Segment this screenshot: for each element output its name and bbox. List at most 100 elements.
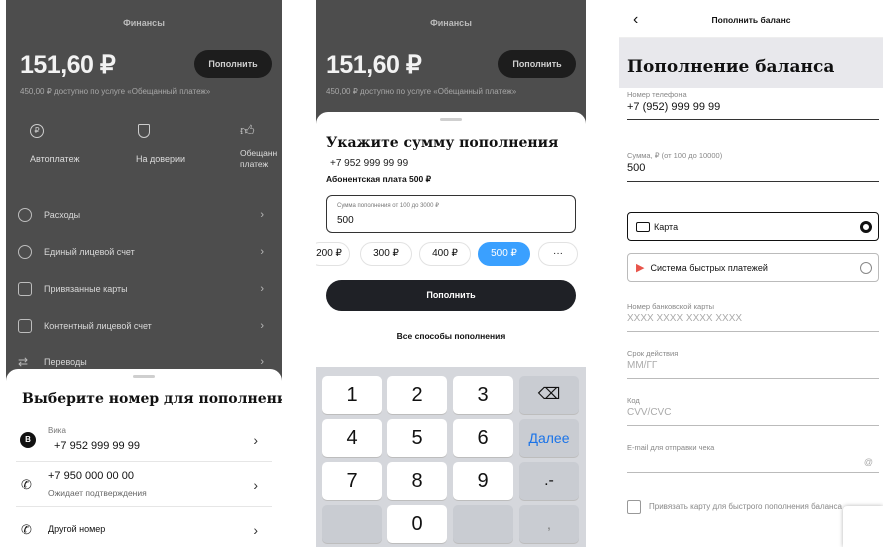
select-number-sheet: Выберите номер для пополнения В Вика +7 … bbox=[6, 369, 282, 547]
ruble-circle-icon: ₽ bbox=[30, 124, 44, 138]
sheet-title: Укажите сумму пополнения bbox=[326, 135, 559, 151]
amount-sheet: Укажите сумму пополнения +7 952 999 99 9… bbox=[316, 112, 586, 367]
email-field[interactable]: E-mail для отправки чека @ bbox=[627, 443, 879, 473]
balance-amount: 151,60 ₽ bbox=[326, 51, 422, 79]
quick-action-trust[interactable]: На доверии bbox=[124, 120, 224, 180]
quick-action-promised[interactable]: 👍︎ Обещанн платеж bbox=[232, 120, 282, 180]
expiry-label: Срок действия bbox=[627, 349, 679, 358]
amount-input-value: 500 bbox=[337, 215, 354, 226]
chevron-right-icon: › bbox=[253, 432, 258, 448]
header-title: Финансы bbox=[430, 18, 472, 28]
screen-enter-amount: Финансы 151,60 ₽ Пополнить 450,00 ₽ дост… bbox=[316, 0, 586, 547]
key-2[interactable]: 2 bbox=[387, 376, 447, 414]
empty-key bbox=[453, 505, 513, 543]
amount-input[interactable]: Сумма пополнения от 100 до 3000 ₽ 500 bbox=[326, 195, 576, 233]
amount-chip-200[interactable]: 200 ₽ bbox=[316, 242, 350, 266]
sheet-grabber[interactable] bbox=[133, 375, 155, 378]
card-number-field[interactable]: Номер банковской карты XXXX XXXX XXXX XX… bbox=[627, 302, 879, 332]
key-3[interactable]: 3 bbox=[453, 376, 513, 414]
sbp-logo-icon: ▶ bbox=[636, 262, 645, 274]
chevron-right-icon: › bbox=[260, 355, 264, 368]
contact-name: Вика bbox=[48, 426, 66, 435]
radio-unselected[interactable] bbox=[860, 262, 872, 274]
sheet-grabber[interactable] bbox=[440, 118, 462, 121]
method-card-option[interactable]: Карта bbox=[627, 212, 879, 241]
chevron-right-icon: › bbox=[260, 282, 264, 295]
key-9[interactable]: 9 bbox=[453, 462, 513, 500]
title-band: Пополнение баланса bbox=[619, 38, 883, 88]
menu-item-linked-cards[interactable]: Привязанные карты › bbox=[6, 270, 276, 307]
amount-chip-400[interactable]: 400 ₽ bbox=[419, 242, 471, 266]
menu-item-label: Расходы bbox=[44, 209, 81, 220]
sum-field-value: 500 bbox=[627, 162, 646, 174]
backspace-icon[interactable]: ⌫ bbox=[519, 376, 579, 414]
radio-selected[interactable] bbox=[860, 221, 872, 233]
subscription-fee: Абонентская плата 500 ₽ bbox=[326, 174, 432, 184]
quick-action-autopay[interactable]: ₽ Автоплатеж bbox=[16, 120, 116, 180]
available-note: 450,00 ₽ доступно по услуге «Обещанный п… bbox=[326, 87, 517, 96]
phone-icon: ✆ bbox=[21, 522, 32, 537]
key-4[interactable]: 4 bbox=[322, 419, 382, 457]
expiry-field[interactable]: Срок действия ММ/ГГ bbox=[627, 349, 879, 379]
recaptcha-badge[interactable] bbox=[843, 506, 883, 547]
pay-button[interactable]: Пополнить bbox=[326, 280, 576, 311]
chevron-right-icon: › bbox=[253, 477, 258, 493]
key-0[interactable]: 0 bbox=[387, 505, 447, 543]
method-sbp-label: Система быстрых платежей bbox=[650, 262, 768, 273]
method-sbp-option[interactable]: ▶ Система быстрых платежей bbox=[627, 253, 879, 282]
menu-item-label: Контентный лицевой счет bbox=[44, 320, 152, 331]
header-title: Финансы bbox=[123, 18, 165, 28]
phone-field[interactable]: Номер телефона +7 (952) 999 99 99 bbox=[627, 90, 879, 120]
topup-button[interactable]: Пополнить bbox=[498, 50, 576, 78]
contact-row-vika[interactable]: В Вика +7 952 999 99 99 › bbox=[16, 418, 272, 462]
other-number-row[interactable]: ✆ Другой номер › bbox=[16, 508, 272, 547]
contact-phone: +7 952 999 99 99 bbox=[54, 440, 140, 452]
quick-action-label: На доверии bbox=[136, 154, 186, 164]
balance-amount: 151,60 ₽ bbox=[20, 51, 116, 79]
amount-chip-500-selected[interactable]: 500 ₽ bbox=[478, 242, 530, 266]
nav-bar: ‹ Пополнить баланс bbox=[619, 0, 883, 38]
shield-check-icon bbox=[138, 124, 150, 138]
menu-item-expenses[interactable]: Расходы › bbox=[6, 196, 276, 233]
card-icon bbox=[18, 281, 32, 296]
dot-dash-key[interactable]: .- bbox=[519, 462, 579, 500]
empty-key bbox=[322, 505, 382, 543]
menu-item-content-account[interactable]: Контентный лицевой счет › bbox=[6, 307, 276, 344]
transfer-arrows-icon: ⇄ bbox=[18, 354, 29, 369]
comma-key[interactable]: , bbox=[519, 505, 579, 543]
target-phone: +7 952 999 99 99 bbox=[330, 158, 409, 169]
cvv-label: Код bbox=[627, 396, 640, 405]
quick-action-label: Автоплатеж bbox=[30, 154, 80, 164]
amount-input-label: Сумма пополнения от 100 до 3000 ₽ bbox=[337, 203, 439, 209]
avatar: В bbox=[20, 432, 36, 448]
page-title: Пополнение баланса bbox=[627, 57, 835, 77]
chevron-right-icon: › bbox=[260, 245, 264, 258]
card-icon bbox=[636, 221, 650, 232]
key-6[interactable]: 6 bbox=[453, 419, 513, 457]
bind-card-checkbox[interactable] bbox=[627, 500, 641, 514]
key-1[interactable]: 1 bbox=[322, 376, 382, 414]
sheet-title: Выберите номер для пополнения bbox=[22, 391, 282, 407]
sum-field[interactable]: Сумма, ₽ (от 100 до 10000) 500 bbox=[627, 151, 879, 182]
at-icon: @ bbox=[863, 457, 873, 467]
more-amounts-button[interactable]: ··· bbox=[538, 242, 578, 266]
next-key[interactable]: Далее bbox=[519, 419, 579, 457]
key-5[interactable]: 5 bbox=[387, 419, 447, 457]
phone-field-label: Номер телефона bbox=[627, 90, 687, 99]
phone-field-value: +7 (952) 999 99 99 bbox=[627, 101, 721, 113]
key-7[interactable]: 7 bbox=[322, 462, 382, 500]
amount-chip-300[interactable]: 300 ₽ bbox=[360, 242, 412, 266]
menu-item-single-account[interactable]: Единый лицевой счет › bbox=[6, 233, 276, 270]
nav-title: Пополнить баланс bbox=[711, 15, 791, 25]
phone-icon: ✆ bbox=[21, 477, 32, 492]
key-8[interactable]: 8 bbox=[387, 462, 447, 500]
expiry-placeholder: ММ/ГГ bbox=[627, 360, 658, 371]
menu-item-label: Привязанные карты bbox=[44, 283, 128, 294]
topup-button[interactable]: Пополнить bbox=[194, 50, 272, 78]
cvv-field[interactable]: Код CVV/CVC bbox=[627, 396, 879, 426]
screen-topup-form: ‹ Пополнить баланс Пополнение баланса Но… bbox=[619, 0, 883, 547]
all-methods-link[interactable]: Все способы пополнения bbox=[316, 331, 586, 341]
contact-row-pending[interactable]: ✆ +7 950 000 00 00 Ожидает подтверждения… bbox=[16, 463, 272, 507]
chevron-right-icon: › bbox=[260, 208, 264, 221]
menu-item-label: Переводы bbox=[44, 356, 87, 367]
